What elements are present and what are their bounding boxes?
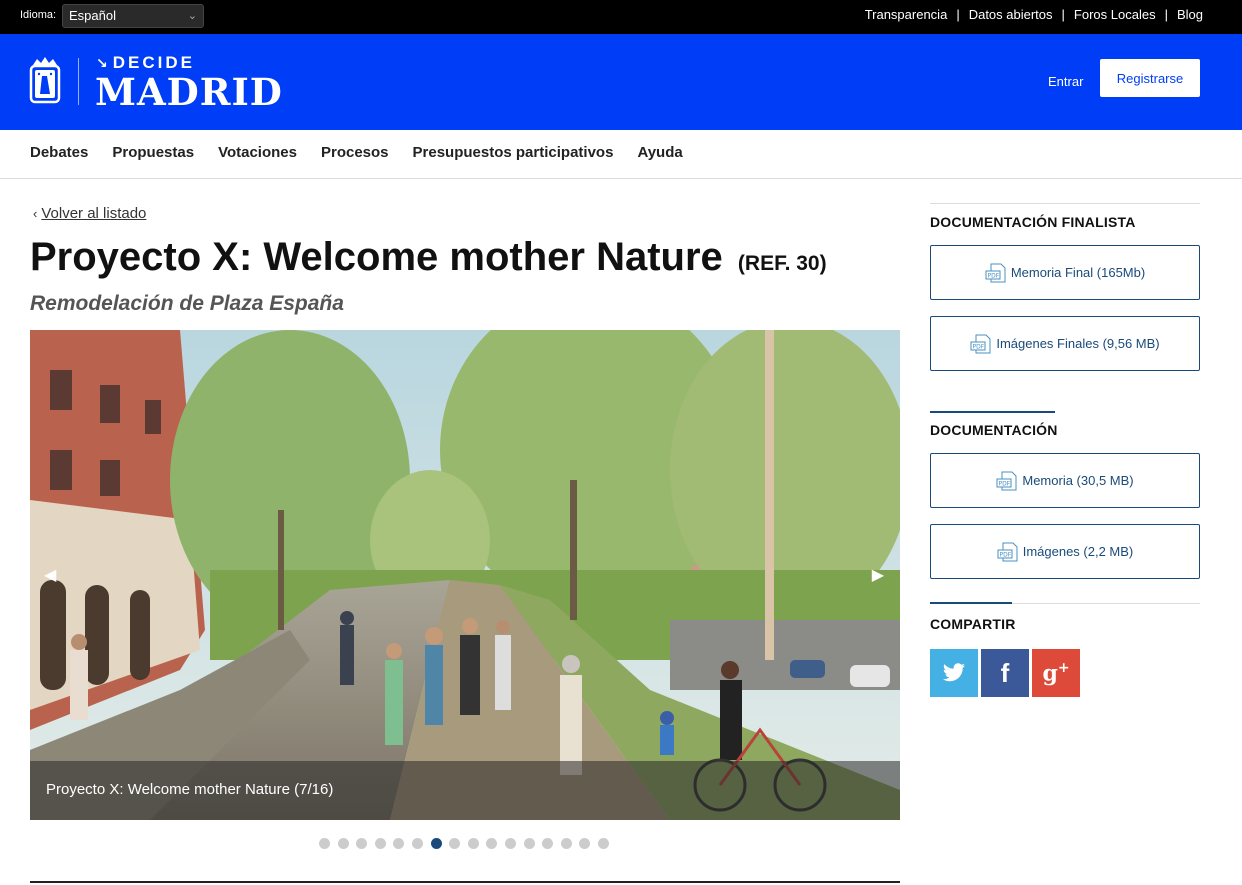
- top-bar: Idioma: Español ⌄ Transparencia | Datos …: [0, 0, 1242, 34]
- facebook-share-button[interactable]: f: [981, 649, 1029, 697]
- google-plus-share-button[interactable]: g+: [1032, 649, 1080, 697]
- pdf-icon: PDF: [996, 471, 1017, 490]
- gallery-dot[interactable]: [449, 838, 461, 849]
- gallery-dot[interactable]: [467, 838, 479, 849]
- finalist-docs-heading: DOCUMENTACIÓN FINALISTA: [930, 214, 1136, 230]
- pdf-icon: PDF: [970, 334, 991, 353]
- main-nav: Debates Propuestas Votaciones Procesos P…: [0, 130, 1242, 179]
- page-title: Proyecto X: Welcome mother Nature (REF. …: [30, 235, 827, 279]
- gallery-prev-button[interactable]: ◀: [44, 565, 56, 585]
- gallery-dot[interactable]: [374, 838, 386, 849]
- sidebar-rule: [930, 602, 1200, 604]
- chevron-down-icon: ⌄: [187, 10, 197, 22]
- gallery-dot[interactable]: [356, 838, 368, 849]
- gallery-image: [30, 330, 900, 820]
- logo-divider: [78, 58, 79, 105]
- pdf-icon: PDF: [985, 263, 1006, 282]
- link-transparencia[interactable]: Transparencia: [865, 7, 948, 22]
- separator: |: [956, 7, 960, 22]
- separator: |: [1061, 7, 1065, 22]
- doc-memoria-final-button[interactable]: PDF Memoria Final (165Mb): [930, 245, 1200, 300]
- gallery-caption: Proyecto X: Welcome mother Nature (7/16): [30, 761, 900, 820]
- language-value: Español: [69, 8, 116, 23]
- gallery-dot[interactable]: [486, 838, 498, 849]
- language-select[interactable]: Español ⌄: [62, 4, 204, 28]
- arrow-icon: ↘: [96, 55, 111, 71]
- svg-text:PDF: PDF: [973, 343, 985, 350]
- back-link[interactable]: ‹ Volver al listado: [33, 205, 146, 222]
- doc-imagenes-button[interactable]: PDF Imágenes (2,2 MB): [930, 524, 1200, 579]
- link-datos-abiertos[interactable]: Datos abiertos: [969, 7, 1053, 22]
- facebook-icon: f: [1000, 657, 1010, 688]
- gallery-dot[interactable]: [523, 838, 535, 849]
- gallery-dot[interactable]: [411, 838, 423, 849]
- sidebar-accent-rule: [930, 411, 1055, 413]
- gallery-next-button[interactable]: ▶: [872, 565, 884, 585]
- nav-item-ayuda[interactable]: Ayuda: [637, 144, 682, 161]
- content-divider: [30, 881, 900, 883]
- svg-text:PDF: PDF: [999, 551, 1011, 558]
- twitter-share-button[interactable]: [930, 649, 978, 697]
- language-label: Idioma:: [20, 9, 57, 21]
- link-blog[interactable]: Blog: [1177, 7, 1203, 22]
- sidebar-rule: [930, 203, 1200, 204]
- top-links: Transparencia | Datos abiertos | Foros L…: [865, 7, 1203, 22]
- nav-item-presupuestos[interactable]: Presupuestos participativos: [413, 144, 614, 161]
- page-subtitle: Remodelación de Plaza España: [30, 292, 344, 315]
- nav-item-procesos[interactable]: Procesos: [321, 144, 389, 161]
- doc-memoria-button[interactable]: PDF Memoria (30,5 MB): [930, 453, 1200, 508]
- gallery-dot[interactable]: [504, 838, 516, 849]
- gallery-dot[interactable]: [337, 838, 349, 849]
- nav-item-votaciones[interactable]: Votaciones: [218, 144, 297, 161]
- share-heading: COMPARTIR: [930, 616, 1016, 632]
- doc-imagenes-finales-button[interactable]: PDF Imágenes Finales (9,56 MB): [930, 316, 1200, 371]
- gallery-pagination: [319, 838, 617, 849]
- gallery-dot[interactable]: [542, 838, 554, 849]
- nav-item-propuestas[interactable]: Propuestas: [112, 144, 194, 161]
- separator: |: [1164, 7, 1168, 22]
- gallery-dot[interactable]: [579, 838, 591, 849]
- share-buttons: f g+: [930, 649, 1083, 697]
- docs-heading: DOCUMENTACIÓN: [930, 422, 1058, 438]
- svg-text:PDF: PDF: [987, 272, 999, 279]
- google-plus-icon: g+: [1042, 659, 1070, 687]
- logo-madrid[interactable]: MADRID: [95, 70, 283, 114]
- chevron-left-icon: ‹: [33, 206, 38, 221]
- gallery-dot[interactable]: [319, 838, 330, 849]
- link-foros-locales[interactable]: Foros Locales: [1074, 7, 1156, 22]
- image-gallery[interactable]: Proyecto X: Welcome mother Nature (7/16)…: [30, 330, 900, 820]
- gallery-dot[interactable]: [393, 838, 405, 849]
- login-link[interactable]: Entrar: [1048, 74, 1083, 89]
- site-header: ↘ DECIDE MADRID Entrar Registrarse: [0, 34, 1242, 130]
- gallery-dot[interactable]: [597, 838, 609, 849]
- gallery-dot[interactable]: [560, 838, 572, 849]
- gallery-dot[interactable]: [430, 838, 442, 849]
- register-button[interactable]: Registrarse: [1100, 59, 1200, 97]
- madrid-crest-icon[interactable]: [28, 56, 62, 106]
- nav-item-debates[interactable]: Debates: [30, 144, 88, 161]
- project-ref: (REF. 30): [737, 252, 827, 275]
- pdf-icon: PDF: [997, 542, 1018, 561]
- twitter-icon: [943, 663, 965, 682]
- svg-text:PDF: PDF: [999, 480, 1011, 487]
